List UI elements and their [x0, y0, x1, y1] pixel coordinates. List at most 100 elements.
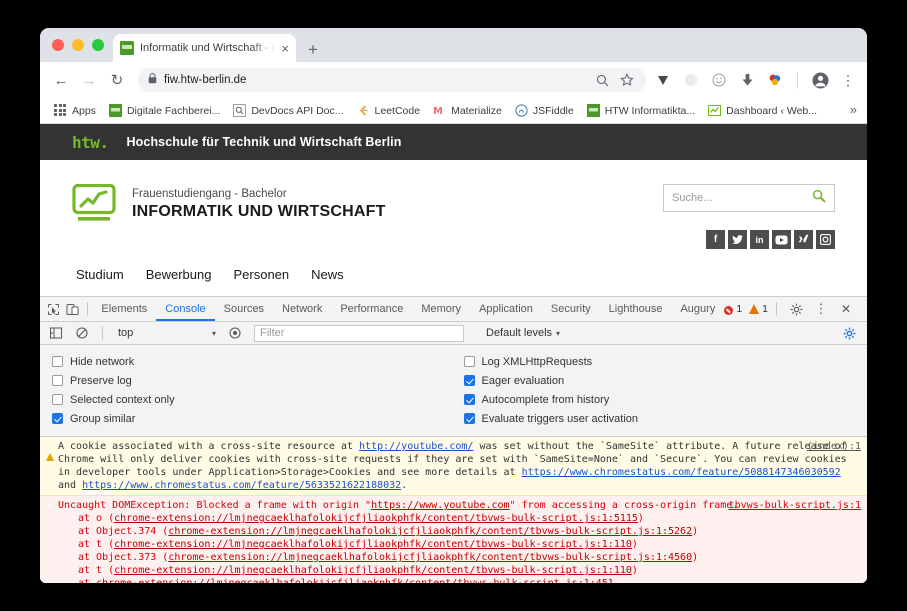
checkbox[interactable] [463, 394, 475, 405]
bookmarks-overflow-button[interactable]: » [850, 102, 857, 117]
smiley-extension-icon[interactable] [710, 71, 728, 89]
inspect-element-icon[interactable] [44, 298, 63, 320]
minimize-window-button[interactable] [72, 39, 84, 51]
context-selector[interactable]: top ▾ [112, 325, 220, 342]
log-levels-selector[interactable]: Default levels ▾ [486, 327, 560, 339]
console-sidebar-icon[interactable] [45, 322, 67, 344]
checkbox[interactable] [463, 413, 475, 424]
tab-augury[interactable]: Augury [671, 297, 724, 321]
warning-count-badge[interactable]: 1 [749, 303, 768, 315]
nav-item-news[interactable]: News [311, 267, 344, 282]
device-toolbar-icon[interactable] [63, 298, 82, 320]
chromestatus-link-1[interactable]: https://www.chromestatus.com/feature/508… [522, 467, 841, 478]
bookmark-leetcode[interactable]: LeetCode [351, 102, 427, 119]
chromestatus-link-2[interactable]: https://www.chromestatus.com/feature/563… [82, 480, 401, 491]
back-button[interactable]: ← [48, 67, 74, 93]
tab-network[interactable]: Network [273, 297, 331, 321]
close-devtools-button[interactable]: ✕ [835, 298, 857, 320]
download-icon[interactable] [738, 71, 756, 89]
bookmark-dashboard[interactable]: Dashboard ‹ Web... [702, 102, 823, 119]
htw-logo[interactable]: htw. [72, 133, 109, 152]
profile-avatar-icon[interactable] [811, 71, 829, 89]
stack-link[interactable]: chrome-extension://lmjnegcaeklhafolokijc… [96, 578, 614, 583]
setting-autocomplete-from-history[interactable]: Autocomplete from history [463, 390, 868, 409]
bookmark-digitale-fachbereich[interactable]: Digitale Fachberei... [103, 102, 226, 119]
bookmark-materialize[interactable]: M Materialize [427, 102, 508, 119]
checkbox[interactable] [463, 356, 475, 367]
stack-link[interactable]: chrome-extension://lmjnegcaeklhafolokijc… [114, 539, 632, 550]
devtools-more-button[interactable]: ⋮ [810, 298, 832, 320]
youtube-origin-link[interactable]: https://www.youtube.com [371, 500, 509, 511]
tab-sources[interactable]: Sources [215, 297, 273, 321]
stack-frame: at t (chrome-extension://lmjnegcaeklhafo… [58, 538, 857, 551]
forward-button[interactable]: → [76, 67, 102, 93]
close-icon[interactable]: × [281, 42, 289, 55]
stack-link[interactable]: chrome-extension://lmjnegcaeklhafolokijc… [168, 552, 692, 563]
reload-button[interactable]: ↻ [104, 67, 130, 93]
console-output[interactable]: A cookie associated with a cross-site re… [40, 437, 867, 583]
dark-mode-icon[interactable] [682, 71, 700, 89]
zoom-icon[interactable] [593, 71, 611, 89]
error-source-link[interactable]: tbvws-bulk-script.js:1 [729, 499, 861, 512]
tab-performance[interactable]: Performance [331, 297, 412, 321]
stack-prefix: at Object.373 ( [78, 552, 169, 563]
nav-item-personen[interactable]: Personen [233, 267, 289, 282]
checkbox[interactable] [52, 413, 63, 424]
nav-item-studium[interactable]: Studium [76, 267, 124, 282]
console-warning-message[interactable]: A cookie associated with a cross-site re… [40, 437, 867, 496]
tab-application[interactable]: Application [470, 297, 542, 321]
clear-console-icon[interactable] [71, 322, 93, 344]
setting-evaluate-triggers-user-activation[interactable]: Evaluate triggers user activation [463, 409, 868, 428]
live-expression-icon[interactable] [224, 322, 246, 344]
new-tab-button[interactable]: + [308, 41, 318, 58]
bookmark-htw-informatiktage[interactable]: HTW Informatikta... [581, 102, 701, 119]
svg-text:M: M [433, 106, 443, 117]
setting-eager-evaluation[interactable]: Eager evaluation [463, 371, 868, 390]
colorpicker-extension-icon[interactable] [766, 71, 784, 89]
tab-memory[interactable]: Memory [412, 297, 470, 321]
stack-link[interactable]: chrome-extension://lmjnegcaeklhafolokijc… [114, 565, 632, 576]
twitter-icon[interactable] [728, 230, 747, 249]
checkbox[interactable] [52, 375, 63, 386]
warning-source-link[interactable]: (index):1 [807, 440, 861, 453]
gear-icon[interactable] [785, 298, 807, 320]
error-count-badge[interactable]: 1 [724, 303, 742, 315]
setting-log-xmlhttprequests[interactable]: Log XMLHttpRequests [463, 352, 868, 371]
stack-link[interactable]: chrome-extension://lmjnegcaeklhafolokijc… [114, 513, 638, 524]
bookmark-apps[interactable]: Apps [48, 102, 102, 119]
browser-tab[interactable]: Informatik und Wirtschaft - Fra × [113, 34, 296, 62]
setting-group-similar[interactable]: Group similar [52, 409, 454, 428]
checkbox[interactable] [463, 375, 475, 386]
tab-lighthouse[interactable]: Lighthouse [600, 297, 672, 321]
maximize-window-button[interactable] [92, 39, 104, 51]
bookmark-star-icon[interactable] [618, 71, 636, 89]
instagram-icon[interactable] [816, 230, 835, 249]
search-input[interactable]: Suche... [663, 184, 835, 212]
close-window-button[interactable] [52, 39, 64, 51]
facebook-icon[interactable]: f [706, 230, 725, 249]
console-error-message[interactable]: Uncaught DOMException: Blocked a frame w… [40, 496, 867, 583]
console-settings-gear-icon[interactable] [843, 327, 862, 340]
tab-elements[interactable]: Elements [92, 297, 156, 321]
setting-preserve-log[interactable]: Preserve log [52, 371, 454, 390]
nav-item-bewerbung[interactable]: Bewerbung [146, 267, 212, 282]
search-magnifier-icon[interactable] [812, 189, 826, 208]
stack-link[interactable]: chrome-extension://lmjnegcaeklhafolokijc… [168, 526, 692, 537]
vimium-icon[interactable] [654, 71, 672, 89]
bookmark-jsfiddle[interactable]: JSFiddle [509, 102, 580, 119]
linkedin-icon[interactable]: in [750, 230, 769, 249]
filter-input[interactable]: Filter [254, 324, 464, 342]
xing-icon[interactable] [794, 230, 813, 249]
checkbox[interactable] [52, 394, 63, 405]
setting-hide-network[interactable]: Hide network [52, 352, 454, 371]
tab-security[interactable]: Security [542, 297, 600, 321]
youtube-link[interactable]: http://youtube.com/ [359, 441, 473, 452]
bookmark-devdocs[interactable]: DevDocs API Doc... [227, 102, 349, 119]
tab-console[interactable]: Console [156, 297, 215, 321]
social-links: f in [706, 230, 835, 249]
youtube-icon[interactable] [772, 230, 791, 249]
address-bar[interactable]: fiw.htw-berlin.de [138, 68, 646, 92]
browser-menu-button[interactable]: ⋮ [839, 71, 857, 89]
setting-selected-context-only[interactable]: Selected context only [52, 390, 454, 409]
checkbox[interactable] [52, 356, 63, 367]
